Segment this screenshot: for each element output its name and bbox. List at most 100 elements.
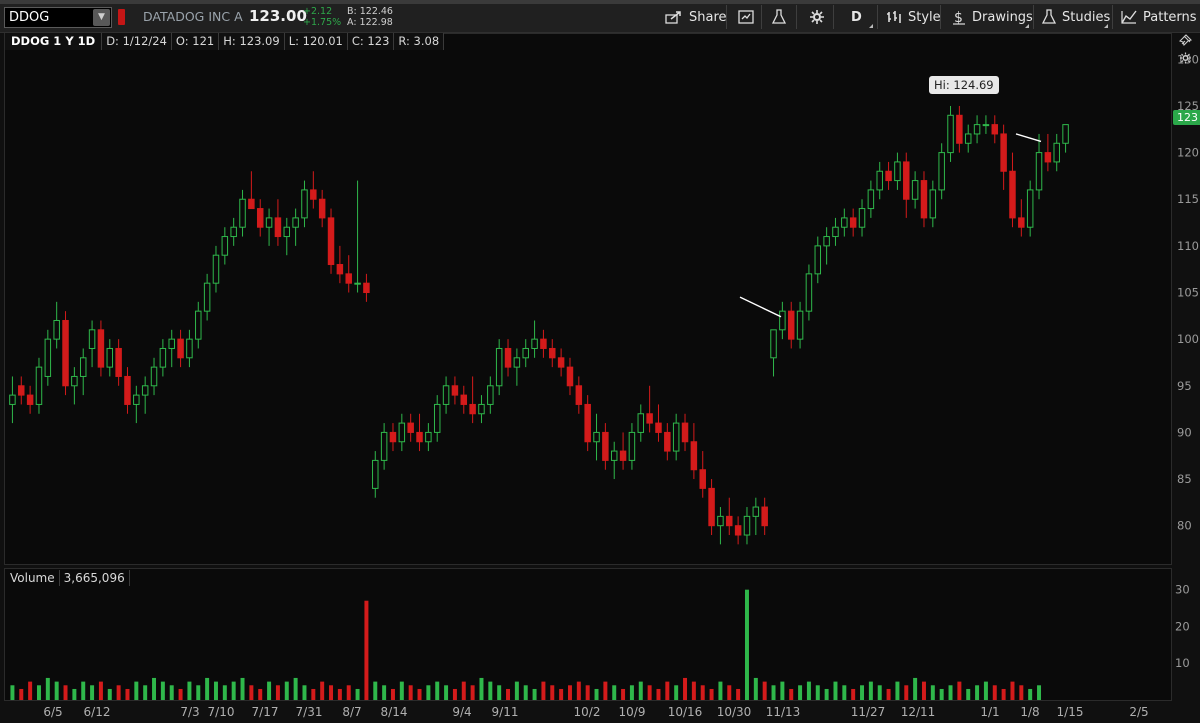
volume-bar [311,688,316,700]
volume-bar [240,677,245,700]
volume-bar [10,685,15,700]
volume-bar [506,688,511,700]
volume-bar [939,688,944,700]
volume-bar [107,688,112,700]
candle-body [106,347,114,368]
bar-close: C: 123 [347,33,395,50]
volume-bar [815,685,820,700]
volume-bar [948,685,953,700]
volume-bar [727,685,732,700]
volume-bar [222,685,227,700]
candle-body [628,431,636,461]
volume-bar [523,685,528,700]
volume-tick-label: 30 [1175,583,1190,597]
candle-body [230,226,237,238]
volume-bar [665,681,670,700]
volume-bar [744,589,749,700]
volume-bar [567,685,572,700]
y-tick-label: 85 [1177,472,1192,486]
candle-body [841,217,848,228]
x-tick-label: 7/17 [252,705,279,719]
candle-body [956,114,963,144]
volume-bar [373,681,378,700]
volume-bar [603,681,608,700]
candle-body [717,515,724,527]
candle-body [469,403,476,415]
candle-body [549,347,556,359]
candle-body [124,375,131,405]
candle-body [141,385,149,396]
volume-bar [178,688,183,700]
candle-body [743,515,751,536]
candle-body [655,422,662,433]
volume-bar [691,681,696,700]
candle-body [345,273,352,284]
candle-body [292,217,299,228]
candle-body [929,189,937,219]
candle-body [487,385,494,405]
volume-bar [134,681,139,700]
volume-bar [364,600,369,700]
candle-body [726,515,733,527]
trend-line [1015,133,1042,143]
candle-body [310,189,317,200]
volume-label: Volume [6,570,60,586]
volume-bar [382,685,387,700]
volume-bar [629,685,634,700]
volume-bar [753,677,758,700]
volume-bar [461,681,466,700]
volume-bar [806,681,811,700]
candle-body [88,329,96,349]
candle-body [79,357,87,377]
candle-body [442,385,450,405]
volume-bar [559,688,564,700]
volume-bar [842,685,847,700]
candle-body [637,413,645,433]
volume-bar [1028,688,1033,700]
candle-body [823,236,830,247]
candle-body [416,431,423,443]
volume-bar [904,685,909,700]
volume-bar [125,688,130,700]
candle-body [1018,217,1025,228]
volume-bar [417,688,422,700]
candle-body [407,422,414,433]
volume-bar [585,685,590,700]
volume-bar [90,685,95,700]
x-tick-label: 7/3 [180,705,199,719]
volume-bar [638,681,643,700]
pin-icon[interactable] [1179,34,1192,46]
x-tick-label: 10/9 [619,705,646,719]
chart-settings-icon[interactable] [1179,52,1192,64]
volume-bar [532,688,537,700]
candle-body [787,310,795,340]
candle-body [575,385,583,405]
candle-body [380,431,388,461]
candle-body [566,366,574,387]
timeframe-label[interactable]: DDOG 1 Y 1D [5,33,103,50]
candle-body [372,459,379,489]
candle-body [1044,152,1052,163]
candle-body [938,152,945,191]
volume-bar [647,685,652,700]
candle-body [973,124,981,135]
volume-bar [470,685,475,700]
volume-info: Volume 3,665,096 [6,570,130,586]
x-tick-label: 10/2 [574,705,601,719]
candle-body [610,450,618,461]
volume-bar [152,677,157,700]
candle-body [1053,142,1060,163]
volume-bar [329,685,334,700]
x-tick-label: 7/31 [296,705,323,719]
volume-bar [762,681,767,700]
candle-body [35,366,43,405]
volume-bar [45,677,50,700]
volume-bar [594,688,599,700]
volume-bar [169,685,174,700]
candle-body [177,338,184,359]
volume-bar [479,677,484,700]
volume-bar [293,677,298,700]
volume-bar [302,685,307,700]
candle-body [779,310,786,331]
volume-bar [780,681,785,700]
